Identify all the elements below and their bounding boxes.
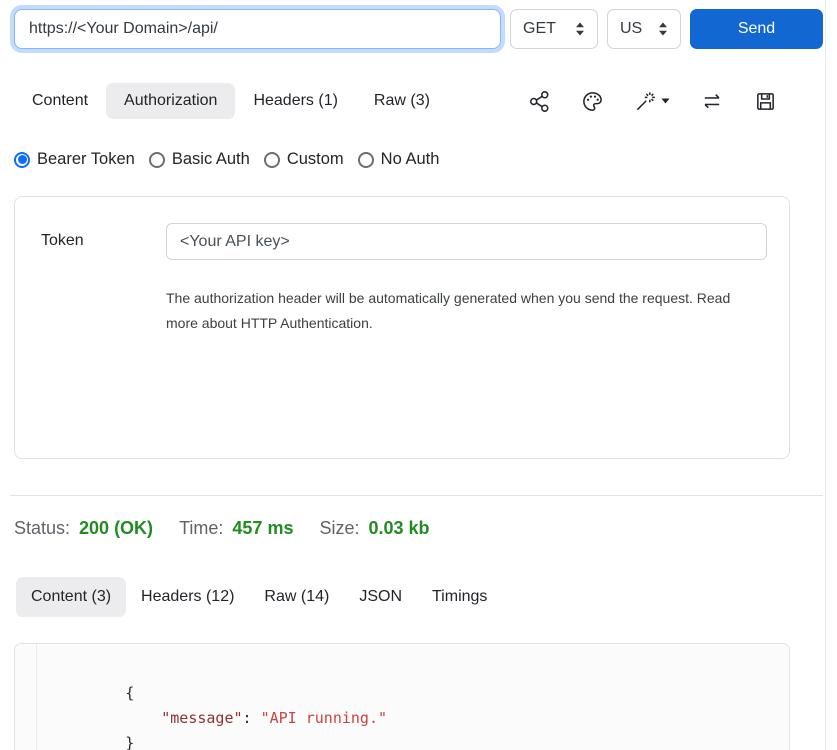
radio-no-auth[interactable]: No Auth [358,150,440,169]
json-key: "message" [161,709,242,727]
request-bar: GET US Send [14,9,823,49]
tab-response-content[interactable]: Content (3) [16,577,126,617]
radio-label: No Auth [381,150,440,169]
tab-headers[interactable]: Headers (1) [235,83,355,119]
radio-label: Bearer Token [37,150,135,169]
url-input[interactable] [14,9,501,49]
tab-raw[interactable]: Raw (3) [356,83,448,119]
updown-caret-icon [575,22,585,36]
auth-type-options: Bearer Token Basic Auth Custom No Auth [14,150,823,169]
time-item: Time: 457 ms [179,518,293,539]
code-gutter [15,644,37,750]
tab-response-raw[interactable]: Raw (14) [249,577,344,617]
tab-authorization[interactable]: Authorization [106,83,235,119]
json-string-value: "API running." [261,709,387,727]
region-select-value: US [620,20,642,38]
status-item: Status: 200 (OK) [14,518,153,539]
radio-label: Custom [287,150,344,169]
radio-unselected-icon [358,152,374,168]
magic-wand-icon [634,90,657,113]
method-select-value: GET [523,20,556,38]
size-label: Size: [319,518,359,539]
tab-response-headers[interactable]: Headers (12) [126,577,249,617]
share-button[interactable] [528,90,551,113]
radio-selected-icon [14,152,30,168]
save-icon [754,90,777,113]
size-item: Size: 0.03 kb [319,518,429,539]
response-body-block[interactable]: { "message": "API running." } [14,643,790,750]
content-right-border [825,0,826,750]
radio-unselected-icon [149,152,165,168]
updown-caret-icon [658,22,668,36]
method-select[interactable]: GET [510,9,598,49]
radio-unselected-icon [264,152,280,168]
radio-custom[interactable]: Custom [264,150,344,169]
dropdown-caret-icon [661,98,670,104]
status-label: Status: [14,518,70,539]
time-label: Time: [179,518,223,539]
api-tester-app: GET US Send Content Authorization Header… [0,0,837,750]
token-label: Token [41,223,166,250]
auth-helper-text: The authorization header will be automat… [166,286,762,336]
generate-code-button[interactable] [634,90,670,113]
response-status-bar: Status: 200 (OK) Time: 457 ms Size: 0.03… [14,518,823,539]
tab-response-json[interactable]: JSON [344,577,417,617]
save-request-button[interactable] [754,90,777,113]
share-icon [528,90,551,113]
code-line-open-brace: { [53,656,789,681]
radio-bearer-token[interactable]: Bearer Token [14,150,135,169]
time-value: 457 ms [232,518,293,539]
code-line-message: "message": "API running." [53,681,789,706]
close-brace: } [125,734,134,750]
radio-basic-auth[interactable]: Basic Auth [149,150,250,169]
region-select[interactable]: US [607,9,681,49]
palette-icon [581,90,604,113]
tab-content[interactable]: Content [14,83,106,119]
response-divider [10,495,823,496]
open-brace: { [125,684,134,702]
request-tabs: Content Authorization Headers (1) Raw (3… [14,83,823,119]
token-input[interactable] [166,223,767,260]
size-value: 0.03 kb [369,518,430,539]
tab-response-timings[interactable]: Timings [417,577,502,617]
status-value: 200 (OK) [79,518,153,539]
swap-arrows-icon [700,90,724,113]
convert-button[interactable] [700,90,724,113]
authorization-panel: Token The authorization header will be a… [14,196,790,459]
theme-button[interactable] [581,90,604,113]
radio-label: Basic Auth [172,150,250,169]
response-tabs: Content (3) Headers (12) Raw (14) JSON T… [16,577,823,617]
request-toolbar [528,90,823,113]
send-button[interactable]: Send [690,9,823,49]
response-json-code: { "message": "API running." } [37,644,789,750]
json-colon: : [243,709,261,727]
